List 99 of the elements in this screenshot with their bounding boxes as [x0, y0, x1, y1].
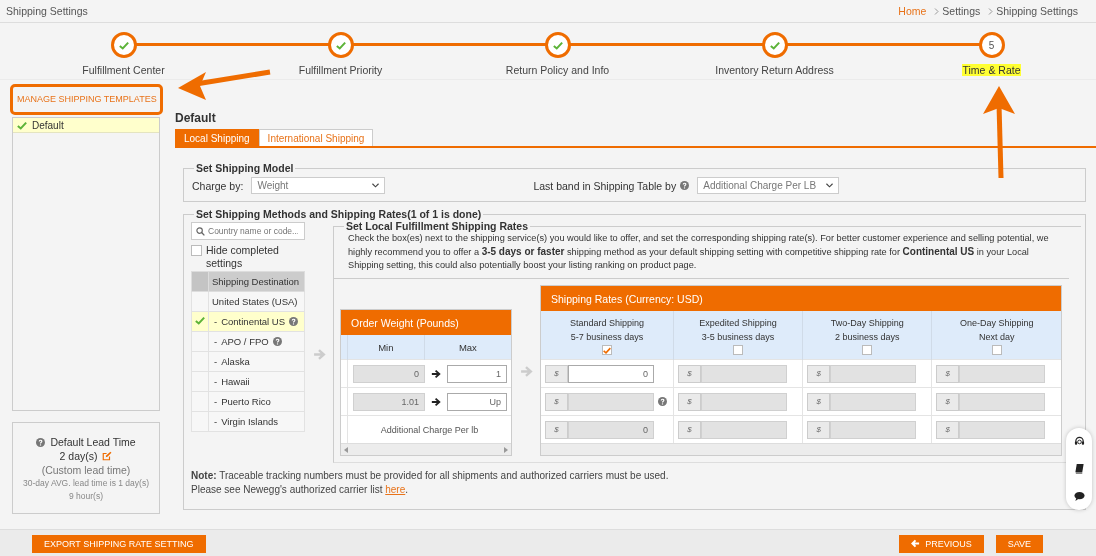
min-field: 0 — [353, 364, 425, 383]
caret-icon — [372, 183, 380, 188]
service-days: 2 business days — [835, 331, 900, 344]
checkbox[interactable] — [991, 345, 1002, 355]
headset-icon[interactable] — [1073, 436, 1085, 448]
step-label: Fulfillment Priority — [297, 64, 384, 76]
rate-field[interactable]: 0 — [568, 364, 654, 383]
step-label: Return Policy and Info — [504, 64, 611, 76]
field-label: Charge by: — [192, 179, 244, 192]
column-header: Max — [424, 335, 511, 360]
currency-label: $ — [545, 420, 568, 439]
page-title: Shipping Settings — [6, 5, 88, 17]
lead-time-note: (Custom lead time) — [41, 463, 131, 477]
book-icon[interactable] — [1073, 463, 1085, 475]
step-label: Fulfillment Center — [81, 64, 166, 76]
table-title: Shipping Rates (Currency: USD) — [551, 292, 703, 305]
help-icon — [289, 317, 299, 326]
check-icon — [118, 40, 129, 50]
breadcrumb-item: Settings — [942, 5, 981, 17]
service-days: Next day — [978, 331, 1015, 344]
currency-label: $ — [545, 364, 568, 383]
check-icon — [552, 40, 563, 50]
check-icon — [769, 40, 780, 50]
currency-label: $ — [807, 420, 831, 439]
tab[interactable]: International Shipping — [258, 129, 374, 146]
arrow-right-icon — [431, 368, 441, 379]
row-label: Additional Charge Per lb — [380, 424, 479, 435]
service-name: Standard Shipping — [569, 317, 645, 330]
arrow-right-icon — [431, 396, 441, 407]
note-text: Note: Traceable tracking numbers must be provided for all shipments and authorized carriers must be used. — [191, 469, 669, 483]
step-circle[interactable] — [327, 32, 354, 58]
section-title: Set Shipping Model — [195, 162, 295, 174]
currency-label: $ — [678, 364, 701, 383]
template-title: Default — [175, 111, 216, 125]
charge-by-select[interactable]: Weight — [251, 177, 386, 194]
currency-label: $ — [678, 420, 701, 439]
checkbox[interactable] — [191, 245, 202, 256]
checkbox[interactable] — [862, 345, 873, 355]
check-icon — [603, 346, 611, 354]
step-circle[interactable] — [110, 32, 137, 58]
min-field: 1.01 — [353, 392, 425, 411]
step-circle[interactable] — [544, 32, 571, 58]
service-name: Two-Day Shipping — [830, 317, 904, 330]
help-icon — [680, 181, 690, 190]
service-days: 3-5 business days — [701, 331, 775, 344]
chevron-icon — [934, 7, 940, 15]
arrow-right-icon — [519, 365, 533, 378]
currency-label: $ — [678, 392, 701, 411]
scroll-left-icon[interactable] — [344, 446, 348, 453]
caret-icon — [826, 183, 834, 188]
description: Check the box(es) next to the shipping service(s) you would like to offer, and set the corresponding shipping rate(s). For better customer experience and selling potential, we highly recommend you to offer a 3-5 days or faster shipping method as your default shipping setting with competitive shipping rate for Continental US in your Local Shipping setting, this could also potentially boost your listing ranking on product page. — [334, 232, 1069, 279]
help-icon — [36, 437, 46, 447]
currency-label: $ — [936, 392, 960, 411]
help-icon — [658, 397, 667, 406]
scrollbar[interactable] — [341, 443, 511, 455]
service-days: 5-7 business days — [570, 331, 644, 344]
max-field[interactable]: Up — [447, 392, 507, 411]
checkbox[interactable] — [602, 345, 612, 355]
checkbox-label: Hide completed settings — [206, 244, 280, 270]
field-label: Last band in Shipping Table by — [533, 179, 677, 192]
arrow-left-icon — [911, 539, 921, 548]
last-band-select[interactable]: Additional Charge Per LB — [697, 177, 840, 194]
checkbox[interactable] — [733, 345, 744, 355]
lead-time-average: 30-day AVG. lead time is 1 day(s) 9 hour(s) — [22, 477, 150, 503]
templates-title: MANAGE SHIPPING TEMPLATES — [17, 94, 157, 104]
section-title: Set Local Fulfillment Shipping Rates — [345, 220, 530, 232]
step-circle[interactable]: 5 — [978, 32, 1005, 58]
currency-label: $ — [807, 392, 831, 411]
currency-label: $ — [936, 420, 960, 439]
table-title: Order Weight (Pounds) — [351, 316, 459, 329]
arrow-right-icon — [312, 348, 326, 361]
column-header: Shipping Destination — [208, 271, 305, 292]
max-field[interactable]: 1 — [447, 364, 507, 383]
help-icon — [272, 337, 282, 346]
chevron-icon — [988, 7, 994, 15]
currency-label: $ — [936, 364, 960, 383]
column-header: Min — [347, 335, 425, 360]
carrier-text: Please see Newegg's authorized carrier list here. — [191, 483, 410, 497]
chat-icon[interactable] — [1073, 490, 1085, 502]
step-circle[interactable] — [761, 32, 788, 58]
check-icon — [335, 40, 346, 50]
service-name: Expedited Shipping — [699, 317, 777, 330]
currency-label: $ — [807, 364, 831, 383]
service-name: One-Day Shipping — [959, 317, 1034, 330]
lead-time-title: Default Lead Time — [50, 435, 136, 449]
search-icon — [196, 226, 205, 236]
check-icon — [17, 120, 27, 130]
section-title: Set Shipping Methods and Shipping Rates(1 of 1 is done) — [195, 208, 483, 220]
search-field[interactable]: Country name or code... — [191, 222, 305, 240]
lead-time-value: 2 day(s) — [59, 449, 98, 463]
check-icon — [195, 316, 205, 325]
template-item[interactable]: Default — [13, 118, 159, 133]
scroll-right-icon[interactable] — [504, 446, 508, 453]
edit-icon[interactable] — [102, 451, 113, 461]
breadcrumb-item: Shipping Settings — [996, 5, 1078, 17]
currency-label: $ — [545, 392, 568, 411]
step-label: Time & Rate — [961, 64, 1022, 76]
scrollbar[interactable] — [541, 443, 1061, 455]
step-label: Inventory Return Address — [714, 64, 835, 76]
